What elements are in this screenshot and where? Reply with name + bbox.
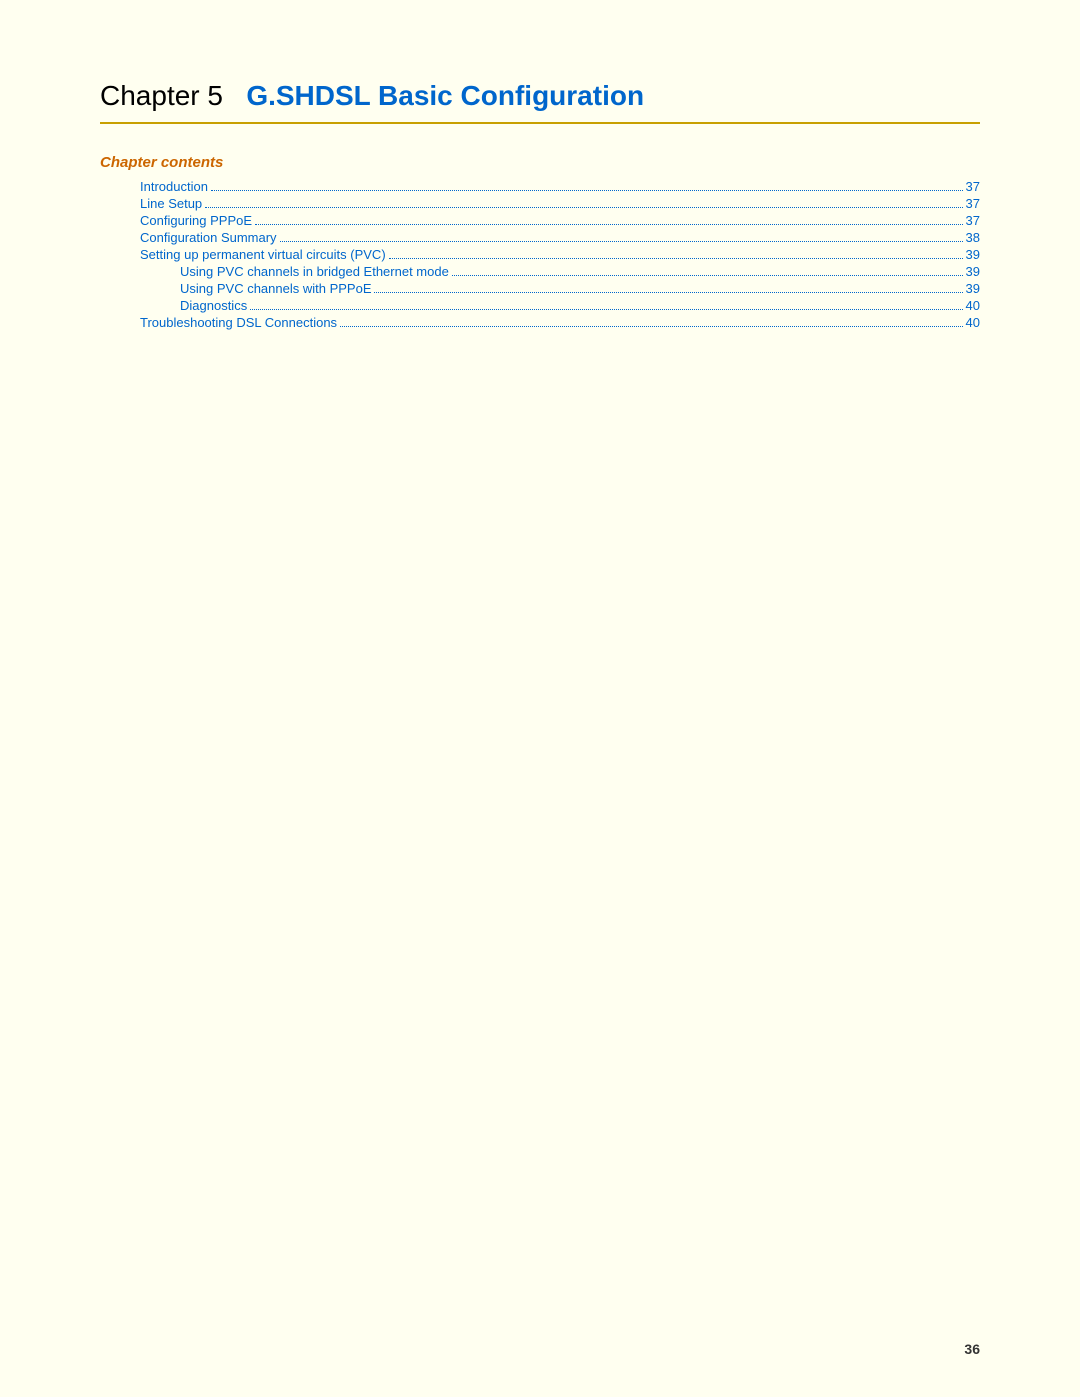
toc-dots [374,292,962,293]
toc-dots [250,309,962,310]
toc-entry: Configuration Summary 38 [100,230,980,245]
toc-dots [205,207,962,208]
toc-entry: Using PVC channels with PPPoE 39 [100,281,980,296]
toc-entry: Setting up permanent virtual circuits (P… [100,247,980,262]
toc-entry: Line Setup 37 [100,196,980,211]
toc-dots [452,275,963,276]
toc-link[interactable]: Configuration Summary [140,230,277,245]
toc-page-number: 39 [966,247,980,262]
toc-page-number: 40 [966,298,980,313]
toc-link[interactable]: Diagnostics [180,298,247,313]
toc-entry: Introduction 37 [100,179,980,194]
toc-entry: Diagnostics 40 [100,298,980,313]
toc-list: Introduction37Line Setup37Configuring PP… [100,179,980,330]
toc-dots [255,224,963,225]
toc-dots [389,258,963,259]
toc-entry: Configuring PPPoE 37 [100,213,980,228]
toc-page-number: 39 [966,264,980,279]
chapter-number: Chapter 5 [100,80,223,111]
toc-page-number: 38 [966,230,980,245]
toc-link[interactable]: Setting up permanent virtual circuits (P… [140,247,386,262]
page-container: Chapter 5 G.SHDSL Basic Configuration Ch… [0,0,1080,1397]
toc-page-number: 39 [966,281,980,296]
toc-entry: Using PVC channels in bridged Ethernet m… [100,264,980,279]
chapter-contents-heading: Chapter contents [100,154,980,171]
chapter-contents-section: Chapter contents Introduction37Line Setu… [100,154,980,330]
chapter-header: Chapter 5 G.SHDSL Basic Configuration [100,80,980,124]
toc-dots [211,190,963,191]
toc-dots [280,241,963,242]
toc-page-number: 37 [966,196,980,211]
chapter-title: Chapter 5 G.SHDSL Basic Configuration [100,80,980,112]
toc-entry: Troubleshooting DSL Connections 40 [100,315,980,330]
toc-link[interactable]: Using PVC channels in bridged Ethernet m… [180,264,449,279]
toc-page-number: 37 [966,179,980,194]
toc-link[interactable]: Configuring PPPoE [140,213,252,228]
toc-dots [340,326,962,327]
toc-link[interactable]: Troubleshooting DSL Connections [140,315,337,330]
toc-link[interactable]: Using PVC channels with PPPoE [180,281,371,296]
chapter-title-text: G.SHDSL Basic Configuration [246,80,644,111]
toc-page-number: 37 [966,213,980,228]
page-number: 36 [964,1341,980,1357]
toc-link[interactable]: Line Setup [140,196,202,211]
toc-link[interactable]: Introduction [140,179,208,194]
toc-page-number: 40 [966,315,980,330]
